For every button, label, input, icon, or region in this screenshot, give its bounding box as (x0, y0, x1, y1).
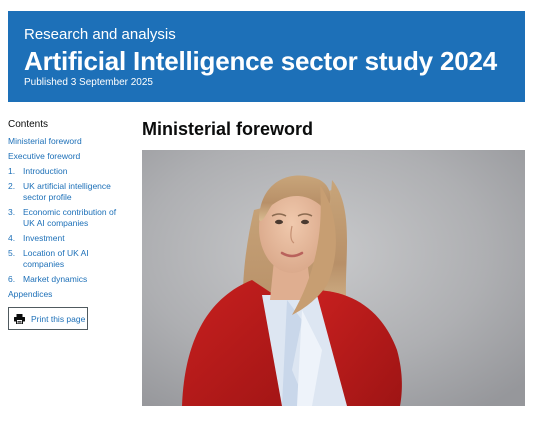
contents-number: 6. (8, 274, 16, 284)
contents-number: 1. (8, 166, 16, 176)
contents-number: 2. (8, 181, 16, 191)
portrait-image (142, 150, 525, 406)
contents-number: 3. (8, 207, 16, 217)
published-date: Published 3 September 2025 (24, 77, 153, 88)
contents-nav: Contents Ministerial foreword Executive … (8, 118, 128, 304)
print-button-label: Print this page (31, 313, 86, 324)
contents-number: 5. (8, 248, 16, 258)
contents-link-location[interactable]: Location of UK AI companies (23, 248, 128, 270)
contents-list: Ministerial foreword Executive foreword … (8, 136, 128, 300)
document-type: Research and analysis (24, 26, 176, 43)
print-button[interactable]: Print this page (8, 307, 88, 330)
contents-item-executive-foreword: Executive foreword (8, 151, 128, 162)
contents-link-executive-foreword[interactable]: Executive foreword (8, 151, 80, 162)
contents-heading: Contents (8, 119, 49, 130)
contents-link-market-dynamics[interactable]: Market dynamics (23, 274, 87, 285)
contents-item-ministerial-foreword: Ministerial foreword (8, 136, 128, 147)
contents-link-ministerial-foreword[interactable]: Ministerial foreword (8, 136, 82, 147)
contents-item-appendices: Appendices (8, 289, 128, 300)
contents-link-economic-contribution[interactable]: Economic contribution of UK AI companies (23, 207, 128, 229)
contents-link-appendices[interactable]: Appendices (8, 289, 52, 300)
contents-item-investment: 4. Investment (8, 233, 128, 244)
contents-item-introduction: 1. Introduction (8, 166, 128, 177)
contents-item-market-dynamics: 6. Market dynamics (8, 274, 128, 285)
contents-link-investment[interactable]: Investment (23, 233, 65, 244)
contents-number: 4. (8, 233, 16, 243)
section-heading: Ministerial foreword (142, 119, 314, 139)
printer-icon (14, 313, 25, 324)
minister-portrait (142, 150, 525, 406)
contents-item-economic-contribution: 3. Economic contribution of UK AI compan… (8, 207, 128, 229)
page-title: Artificial Intelligence sector study 202… (24, 46, 497, 76)
page-banner: Research and analysis Artificial Intelli… (8, 11, 525, 102)
contents-link-sector-profile[interactable]: UK artificial intelligence sector profil… (23, 181, 128, 203)
contents-item-sector-profile: 2. UK artificial intelligence sector pro… (8, 181, 128, 203)
contents-item-location: 5. Location of UK AI companies (8, 248, 128, 270)
contents-link-introduction[interactable]: Introduction (23, 166, 67, 177)
